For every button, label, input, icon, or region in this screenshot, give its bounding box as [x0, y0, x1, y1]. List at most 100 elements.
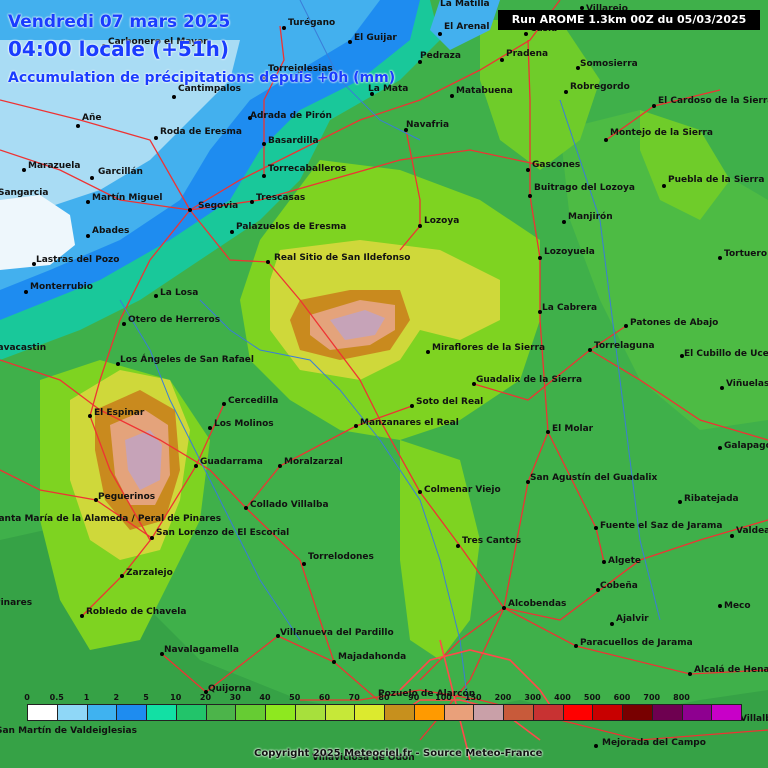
town-label: San Agustín del Guadalix [530, 473, 658, 483]
scale-swatch [27, 704, 58, 721]
scale-swatch [443, 704, 475, 721]
town-label: Basardilla [268, 136, 319, 146]
town-label: La Matilla [440, 0, 490, 9]
scale-swatch [265, 704, 296, 721]
town-marker [266, 260, 270, 264]
town-marker [86, 200, 90, 204]
town-label: El Espinar [94, 408, 145, 418]
town-marker [22, 168, 26, 172]
town-marker [594, 526, 598, 530]
scale-swatch [413, 704, 445, 721]
town-label: Fuente el Saz de Jarama [600, 521, 723, 531]
town-marker [418, 490, 422, 494]
town-label: Montejo de la Sierra [610, 128, 713, 138]
town-label: Real Sitio de San Ildefonso [274, 253, 411, 263]
scale-swatch [681, 704, 713, 721]
scale-label: 150 [464, 693, 482, 702]
town-marker [450, 94, 454, 98]
town-label: El Molar [552, 424, 594, 434]
scale-label: 70 [348, 693, 360, 702]
scale-swatch [532, 704, 564, 721]
town-label: Trescasas [256, 193, 306, 203]
town-marker [604, 138, 608, 142]
town-label: Otero de Herreros [128, 315, 221, 325]
scale-swatch [175, 704, 207, 721]
town-marker [250, 200, 254, 204]
scale-label: 100 [435, 693, 452, 702]
town-marker [332, 660, 336, 664]
scale-label: 5 [143, 693, 149, 702]
forecast-time: 04:00 locale (+51h) [8, 37, 230, 61]
town-marker [720, 386, 724, 390]
town-marker [526, 168, 530, 172]
town-marker [230, 230, 234, 234]
town-marker [730, 534, 734, 538]
town-label: Navacastin [0, 343, 47, 353]
town-label: Pinares [0, 598, 33, 608]
town-marker [456, 544, 460, 548]
town-label: Navafria [406, 120, 450, 130]
scale-label: 2 [113, 693, 120, 702]
scale-swatch [622, 704, 653, 721]
town-label: Martín Miguel [92, 193, 163, 203]
scale-label: 60 [318, 693, 331, 702]
scale-swatch [711, 704, 742, 721]
scale-swatch [324, 704, 356, 721]
town-marker [222, 402, 226, 406]
town-label: Somosierra [580, 59, 638, 69]
town-marker [282, 26, 286, 30]
scale-swatch [235, 704, 266, 721]
town-label: Peguerinos [98, 492, 156, 502]
town-label: Miraflores de la Sierra [432, 343, 546, 353]
town-label: Valdeavero [736, 526, 768, 536]
town-label: Majadahonda [338, 652, 407, 662]
town-label: Añe [82, 113, 102, 123]
scale-swatch [146, 704, 177, 721]
town-label: Manjirón [568, 212, 613, 222]
town-label: La Cabrera [542, 303, 598, 313]
town-marker [602, 560, 606, 564]
town-label: Ajalvir [616, 614, 649, 624]
town-marker [538, 256, 542, 260]
town-label: Villanueva del Pardillo [280, 628, 394, 638]
scale-label: 50 [289, 693, 301, 702]
scale-swatch [86, 704, 118, 721]
parameter-title: Accumulation de précipitations depuis +0… [8, 70, 396, 86]
town-marker [24, 290, 28, 294]
town-marker [244, 506, 248, 510]
town-label: Cercedilla [228, 396, 279, 406]
town-label: Buitrago del Lozoya [534, 183, 635, 193]
town-label: Los Molinos [214, 419, 274, 429]
town-marker [524, 32, 528, 36]
town-label: El Guijar [354, 33, 397, 43]
town-label: Algete [608, 556, 642, 566]
town-marker [172, 95, 176, 99]
town-label: Robregordo [570, 82, 630, 92]
town-label: Garcillán [98, 167, 143, 177]
town-marker [154, 294, 158, 298]
town-marker [194, 464, 198, 468]
scale-swatch [56, 704, 88, 721]
scale-swatch [294, 704, 326, 721]
town-label: Marazuela [28, 161, 81, 171]
scale-label: 1 [83, 693, 90, 702]
town-label: Galapagos [724, 441, 768, 451]
town-marker [262, 142, 266, 146]
town-label: Gascones [532, 160, 581, 170]
scale-swatch [592, 704, 623, 721]
town-label: Turégano [288, 18, 336, 28]
town-label: Moralzarzal [284, 457, 343, 467]
scale-label: 500 [583, 693, 601, 702]
town-marker [594, 744, 598, 748]
scale-swatch [205, 704, 237, 721]
town-label: El Cubillo de Uceda [684, 349, 768, 359]
copyright-notice: Copyright 2025 Meteociel.fr - Source Met… [254, 748, 543, 759]
town-marker [718, 604, 722, 608]
town-label: Zarzalejo [126, 568, 173, 578]
scale-label: 600 [613, 693, 631, 702]
town-label: Tortuero [724, 249, 768, 259]
town-label: El Cardoso de la Sierra [658, 96, 768, 106]
town-marker [88, 414, 92, 418]
town-label: Sangarcia [0, 188, 49, 198]
scale-swatch [354, 704, 385, 721]
